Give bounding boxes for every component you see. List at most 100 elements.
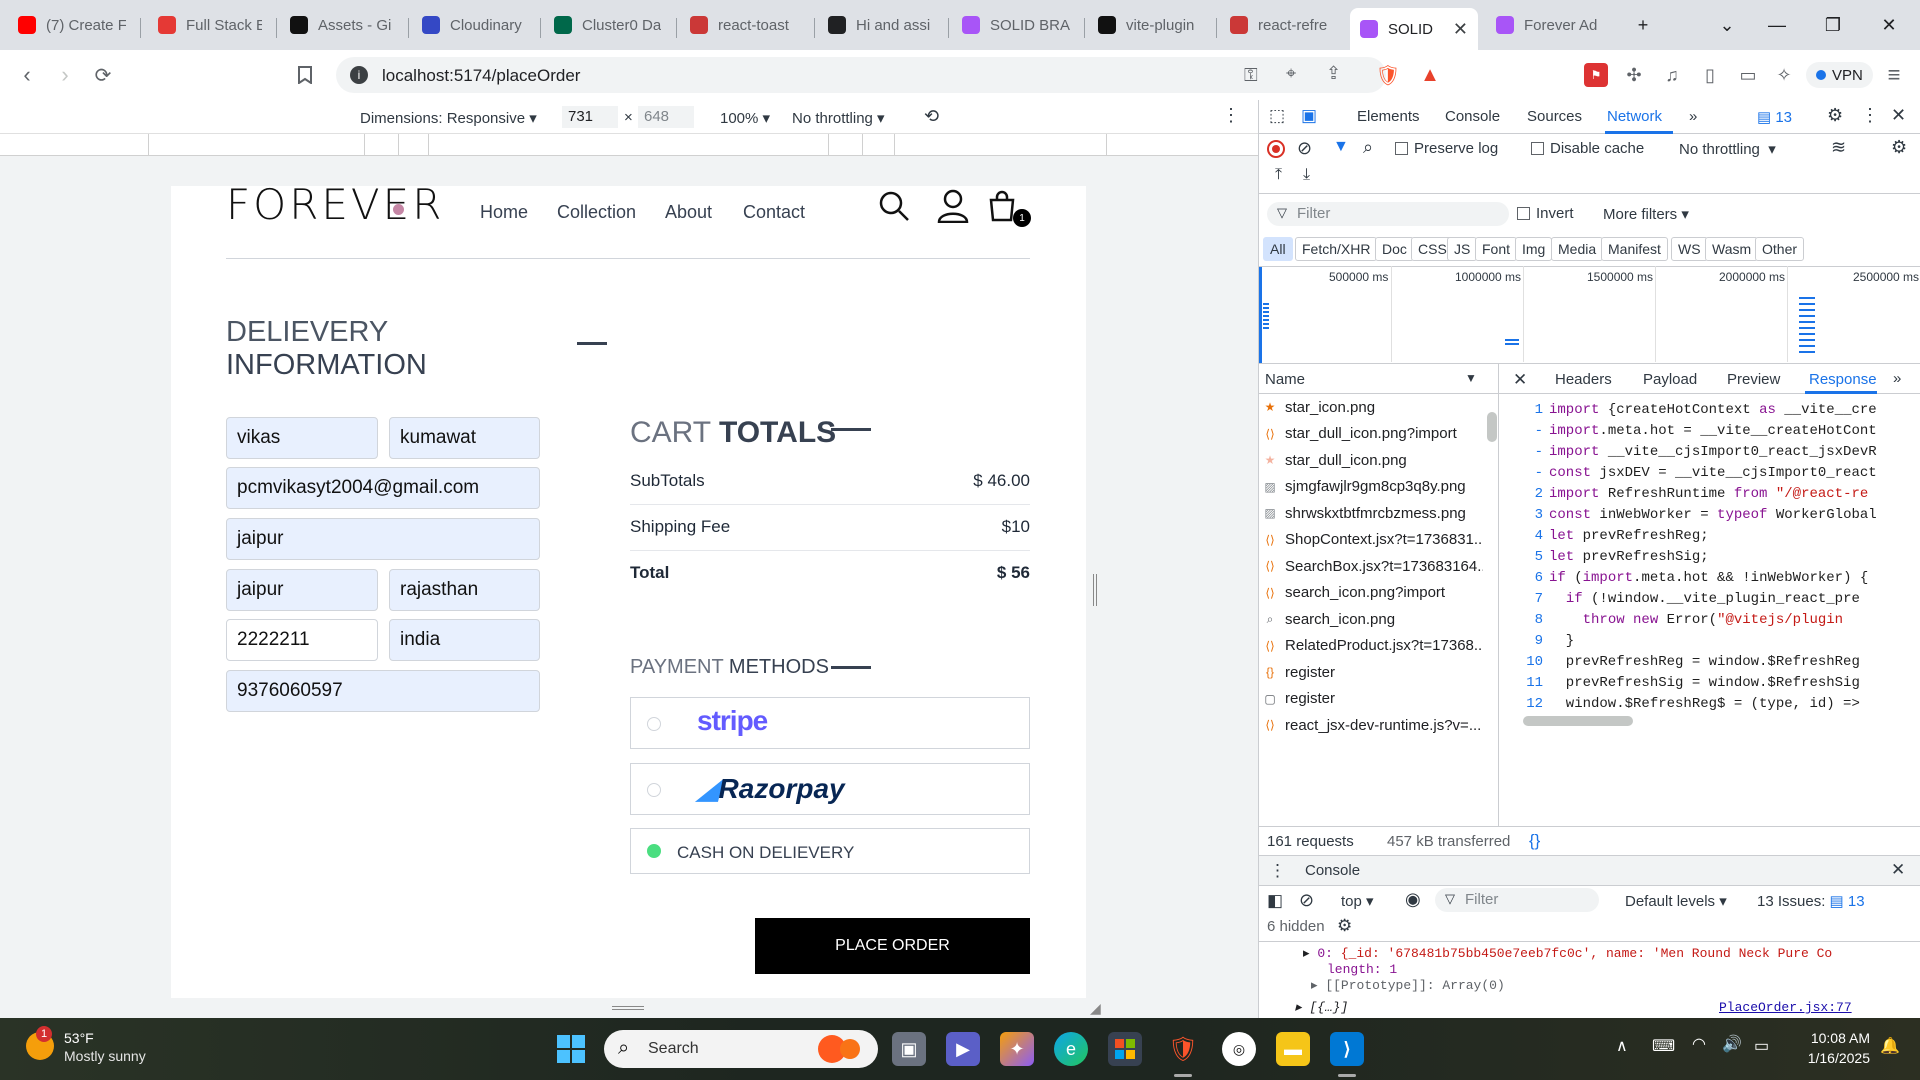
device-toggle-icon[interactable]: ▣ [1301, 106, 1317, 126]
issues-link[interactable]: 13 Issues: ▤ 13 [1757, 892, 1865, 910]
record-icon[interactable] [1267, 140, 1285, 158]
razorpay-option[interactable]: ◢Razorpay [630, 763, 1030, 815]
rotate-icon[interactable]: ⟲ [924, 106, 939, 127]
minimize-icon[interactable]: — [1754, 8, 1800, 42]
phone-input[interactable]: 9376060597 [226, 670, 540, 712]
cod-option[interactable]: CASH ON DELIEVERY [630, 828, 1030, 874]
first-name-input[interactable]: vikas [226, 417, 378, 459]
console-sidebar-icon[interactable]: ◧ [1267, 891, 1283, 911]
chip-doc[interactable]: Doc [1375, 237, 1414, 261]
browser-tab[interactable]: Assets - Gi [280, 8, 404, 42]
resize-handle-right[interactable] [1093, 574, 1097, 606]
forward-icon[interactable]: › [50, 60, 80, 90]
nav-collection[interactable]: Collection [557, 202, 636, 223]
store-icon[interactable] [1108, 1032, 1142, 1066]
width-input[interactable]: 731 [562, 106, 618, 128]
city-input[interactable]: jaipur [226, 569, 378, 611]
sidebar-icon[interactable]: ▯ [1698, 63, 1722, 87]
settings-gear-icon[interactable]: ⚙ [1827, 105, 1843, 126]
email-input[interactable]: pcmvikasyt2004@gmail.com [226, 467, 540, 509]
nav-home[interactable]: Home [480, 202, 528, 223]
console-filter-input[interactable]: ▽ Filter [1435, 888, 1599, 912]
chip-js[interactable]: JS [1447, 237, 1478, 261]
close-tab-icon[interactable]: ✕ [1453, 19, 1468, 40]
close-detail-icon[interactable]: ✕ [1513, 370, 1527, 390]
country-input[interactable]: india [389, 619, 540, 661]
sort-icon[interactable]: ▼ [1465, 371, 1477, 385]
browser-tab[interactable]: react-refre [1220, 8, 1342, 42]
copilot-icon[interactable]: ✦ [1000, 1032, 1034, 1066]
console-log-entry[interactable]: ▸ [{…}] [1295, 1000, 1348, 1015]
browser-tab[interactable]: (7) Create F [8, 8, 136, 42]
media-icon[interactable]: ♫ [1660, 63, 1684, 87]
brave-icon[interactable]: 🛡 [1166, 1032, 1200, 1066]
tab-payload[interactable]: Payload [1643, 371, 1697, 388]
tab-network[interactable]: Network [1607, 108, 1662, 125]
browser-tab[interactable]: SOLID ✕ [1350, 8, 1478, 50]
issues-counter[interactable]: ▤ 13 [1757, 108, 1792, 126]
browser-tab[interactable]: Full Stack E [148, 8, 272, 42]
stripe-option[interactable]: stripe [630, 697, 1030, 749]
nav-about[interactable]: About [665, 202, 712, 223]
chip-manifest[interactable]: Manifest [1601, 237, 1668, 261]
puzzle-icon[interactable]: ✣ [1622, 63, 1646, 87]
export-har-icon[interactable]: ⤓ [1303, 166, 1310, 184]
console-log-entry[interactable]: ▸ 0: {_id: '678481b75bb450e7eeb7fc0c', n… [1303, 946, 1883, 961]
tab-preview[interactable]: Preview [1727, 371, 1780, 388]
browser-tab[interactable]: vite-plugin [1088, 8, 1212, 42]
brave-shield-icon[interactable]: 🛡 [1375, 63, 1400, 87]
reload-icon[interactable]: ⟳ [88, 60, 118, 90]
inspect-icon[interactable]: ⬚ [1269, 106, 1285, 126]
wifi-icon[interactable]: ◠ [1692, 1034, 1706, 1054]
preserve-log-checkbox[interactable]: Preserve log [1395, 140, 1498, 157]
share-icon[interactable]: ⇪ [1326, 63, 1341, 84]
menu-icon[interactable]: ≡ [1882, 62, 1906, 87]
chrome-icon[interactable]: ◎ [1222, 1032, 1256, 1066]
tab-console[interactable]: Console [1445, 108, 1500, 125]
zoom-select[interactable]: 100% ▾ [720, 109, 770, 127]
task-view-icon[interactable]: ▣ [892, 1032, 926, 1066]
tab-elements[interactable]: Elements [1357, 108, 1420, 125]
console-log-entry[interactable]: ▸ [[Prototype]]: Array(0) [1311, 978, 1505, 993]
filter-icon[interactable]: ▼ [1333, 138, 1349, 156]
pretty-print-icon[interactable]: {} [1529, 831, 1540, 851]
site-logo[interactable]: FOREVER [226, 186, 444, 229]
chip-img[interactable]: Img [1515, 237, 1553, 261]
network-conditions-icon[interactable]: ≋ [1831, 137, 1846, 158]
teams-icon[interactable]: ▶ [946, 1032, 980, 1066]
clock-time[interactable]: 10:08 AM [1780, 1030, 1870, 1046]
tab-headers[interactable]: Headers [1555, 371, 1612, 388]
throttling-select[interactable]: No throttling ▾ [792, 109, 885, 127]
browser-tab[interactable]: Cluster0 Da [544, 8, 672, 42]
zipcode-input[interactable]: 2222211 [226, 619, 378, 661]
close-drawer-icon[interactable]: ✕ [1891, 860, 1905, 880]
network-throttling-select[interactable]: No throttling ▾ [1679, 140, 1776, 158]
last-name-input[interactable]: kumawat [389, 417, 540, 459]
keyboard-icon[interactable]: ⌨ [1652, 1036, 1675, 1056]
profile-icon[interactable] [935, 186, 971, 226]
network-filter-input[interactable]: ▽ Filter [1267, 202, 1509, 226]
show-hidden-icons[interactable]: ∧ [1616, 1036, 1628, 1056]
street-input[interactable]: jaipur [226, 518, 540, 560]
console-drawer-tab[interactable]: Console [1305, 862, 1360, 879]
brave-rewards-icon[interactable]: ▲ [1418, 63, 1442, 87]
clear-icon[interactable]: ⊘ [1297, 138, 1312, 159]
clear-console-icon[interactable]: ⊘ [1299, 890, 1314, 911]
log-levels-select[interactable]: Default levels ▾ [1625, 892, 1727, 910]
tab-search-icon[interactable]: ⌄ [1704, 8, 1750, 42]
cod-radio[interactable] [647, 844, 661, 858]
vpn-button[interactable]: VPN [1806, 62, 1873, 88]
volume-icon[interactable]: 🔊 [1722, 1034, 1742, 1054]
chip-font[interactable]: Font [1475, 237, 1518, 261]
disable-cache-checkbox[interactable]: Disable cache [1531, 140, 1644, 157]
live-expression-icon[interactable]: ◉ [1405, 889, 1421, 910]
extension-icon[interactable]: ⚑ [1584, 63, 1608, 87]
stripe-radio[interactable] [647, 717, 661, 731]
more-options-icon[interactable]: ⋮ [1222, 105, 1240, 126]
state-input[interactable]: rajasthan [389, 569, 540, 611]
more-detail-tabs-icon[interactable]: » [1893, 370, 1901, 387]
file-explorer-icon[interactable]: ▬ [1276, 1032, 1310, 1066]
console-settings-icon[interactable]: ⚙ [1337, 916, 1352, 936]
chip-wasm[interactable]: Wasm [1705, 237, 1759, 261]
vscode-icon[interactable]: ⟩ [1330, 1032, 1364, 1066]
